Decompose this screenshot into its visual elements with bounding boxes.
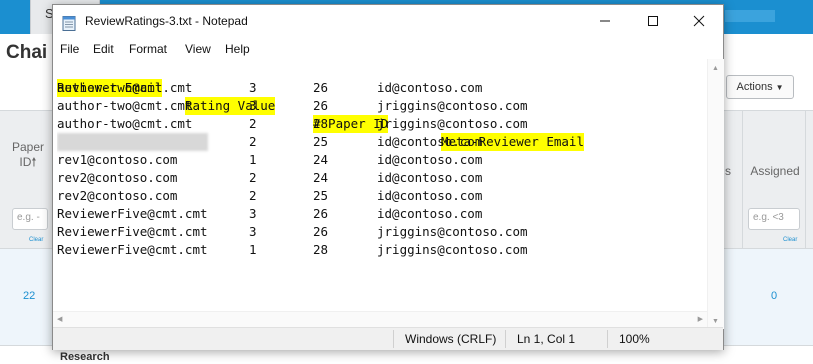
paper-id-link[interactable]: 22 bbox=[23, 290, 35, 302]
scroll-down-icon[interactable]: ▼ bbox=[712, 318, 719, 325]
filter-placeholder: e.g. <3 bbox=[753, 212, 784, 223]
meta-reviewer-email: id@contoso.com bbox=[377, 80, 483, 95]
reviewer-email: rev2@contoso.com bbox=[57, 188, 178, 203]
meta-reviewer-email: jriggins@contoso.com bbox=[377, 116, 528, 131]
maximize-icon bbox=[648, 16, 658, 26]
clear-filter-link[interactable]: Clear bbox=[29, 237, 43, 243]
minimize-button[interactable] bbox=[583, 5, 629, 37]
status-divider bbox=[607, 330, 608, 348]
rating-value: 2 bbox=[249, 116, 257, 131]
menu-help[interactable]: Help bbox=[225, 42, 250, 56]
notepad-icon bbox=[62, 16, 76, 31]
reviewer-email: ReviewerFive@cmt.cmt bbox=[57, 206, 208, 221]
status-bar: Windows (CRLF) Ln 1, Col 1 100% bbox=[53, 327, 723, 350]
paper-id: 24 bbox=[313, 152, 329, 167]
rating-value: 2 bbox=[249, 134, 257, 149]
text-editor-area[interactable]: Reviewer Email Rating Value # Paper ID M… bbox=[57, 59, 707, 329]
paper-id: 24 bbox=[313, 170, 329, 185]
status-divider bbox=[393, 330, 394, 348]
reviewer-email: rev2@contoso.com bbox=[57, 170, 178, 185]
filter-placeholder: e.g. - bbox=[17, 212, 40, 223]
reviewer-email: reviewer@contoso.com bbox=[57, 133, 208, 151]
rating-value: 3 bbox=[249, 98, 257, 113]
status-cursor-position: Ln 1, Col 1 bbox=[517, 332, 576, 346]
column-header-paper-label: Paper bbox=[11, 140, 45, 154]
status-zoom: 100% bbox=[619, 332, 650, 346]
paper-id: 26 bbox=[313, 98, 329, 113]
meta-reviewer-email: jriggins@contoso.com bbox=[377, 242, 528, 257]
menu-view[interactable]: View bbox=[185, 42, 211, 56]
meta-reviewer-email: id@contoso.com bbox=[377, 188, 483, 203]
paper-id: 28 bbox=[313, 116, 329, 131]
paper-id: 26 bbox=[313, 80, 329, 95]
reviewer-email: ReviewerFive@cmt.cmt bbox=[57, 224, 208, 239]
column-header-id-label: ID bbox=[19, 155, 32, 169]
notepad-window[interactable]: ReviewRatings-3.txt - Notepad File Edit … bbox=[52, 4, 724, 350]
vertical-scrollbar[interactable]: ▲ ▼ bbox=[707, 59, 724, 329]
sort-ascending-icon: 🠕 bbox=[31, 155, 37, 169]
close-button[interactable] bbox=[677, 5, 723, 37]
horizontal-scrollbar[interactable]: ◀ ▶ bbox=[53, 311, 707, 328]
caret-down-icon: ▼ bbox=[775, 83, 784, 92]
paper-id: 26 bbox=[313, 206, 329, 221]
top-bar-item[interactable] bbox=[725, 10, 775, 22]
column-header-assigned[interactable]: Assigned bbox=[745, 164, 805, 179]
meta-reviewer-email: jriggins@contoso.com bbox=[377, 98, 528, 113]
assigned-count-link[interactable]: 0 bbox=[771, 290, 777, 302]
column-header-partial[interactable]: s bbox=[725, 164, 731, 179]
rating-value: 1 bbox=[249, 242, 257, 257]
actions-button[interactable]: Actions ▼ bbox=[726, 75, 794, 99]
reviewer-email: author-two@cmt.cmt bbox=[57, 98, 193, 113]
meta-reviewer-email: id@contoso.com bbox=[377, 134, 483, 149]
row-label: Research bbox=[60, 351, 110, 363]
paper-id: 25 bbox=[313, 134, 329, 149]
scroll-right-icon[interactable]: ▶ bbox=[698, 315, 703, 323]
meta-reviewer-email: id@contoso.com bbox=[377, 152, 483, 167]
text-header-line: Reviewer Email Rating Value # Paper ID M… bbox=[57, 61, 584, 151]
scroll-up-icon[interactable]: ▲ bbox=[712, 65, 719, 72]
scroll-left-icon[interactable]: ◀ bbox=[57, 315, 62, 323]
rating-value: 1 bbox=[249, 152, 257, 167]
meta-reviewer-email: id@contoso.com bbox=[377, 170, 483, 185]
paper-id: 28 bbox=[313, 242, 329, 257]
rating-value: 2 bbox=[249, 188, 257, 203]
rating-value: 2 bbox=[249, 170, 257, 185]
menu-edit[interactable]: Edit bbox=[93, 42, 114, 56]
status-divider bbox=[505, 330, 506, 348]
meta-reviewer-email: jriggins@contoso.com bbox=[377, 224, 528, 239]
reviewer-email: ReviewerFive@cmt.cmt bbox=[57, 242, 208, 257]
menu-bar: File Edit Format View Help bbox=[53, 39, 723, 59]
paper-id-filter-input[interactable]: e.g. - bbox=[12, 208, 48, 230]
clear-filter-link[interactable]: Clear bbox=[783, 237, 797, 243]
window-title: ReviewRatings-3.txt - Notepad bbox=[85, 14, 248, 28]
rating-value: 3 bbox=[249, 224, 257, 239]
header-rating-value: Rating Value bbox=[185, 97, 276, 115]
assigned-filter-input[interactable]: e.g. <3 bbox=[748, 208, 800, 230]
rating-value: 3 bbox=[249, 80, 257, 95]
actions-label: Actions bbox=[736, 81, 773, 93]
reviewer-email: rev1@contoso.com bbox=[57, 152, 178, 167]
menu-format[interactable]: Format bbox=[129, 42, 167, 56]
page-title: Chai bbox=[6, 42, 48, 63]
column-header-paper-id[interactable]: Paper ID🠕 bbox=[8, 140, 48, 170]
reviewer-email: author-two@cmt.cmt bbox=[57, 116, 193, 131]
close-icon bbox=[693, 15, 705, 27]
meta-reviewer-email: id@contoso.com bbox=[377, 206, 483, 221]
minimize-icon bbox=[600, 20, 610, 22]
reviewer-email: author-two@cmt.cmt bbox=[57, 80, 193, 95]
menu-file[interactable]: File bbox=[60, 42, 79, 56]
paper-id: 26 bbox=[313, 224, 329, 239]
paper-id: 25 bbox=[313, 188, 329, 203]
rating-value: 3 bbox=[249, 206, 257, 221]
maximize-button[interactable] bbox=[631, 5, 677, 37]
status-line-ending: Windows (CRLF) bbox=[405, 332, 497, 346]
title-bar[interactable]: ReviewRatings-3.txt - Notepad bbox=[53, 5, 723, 38]
